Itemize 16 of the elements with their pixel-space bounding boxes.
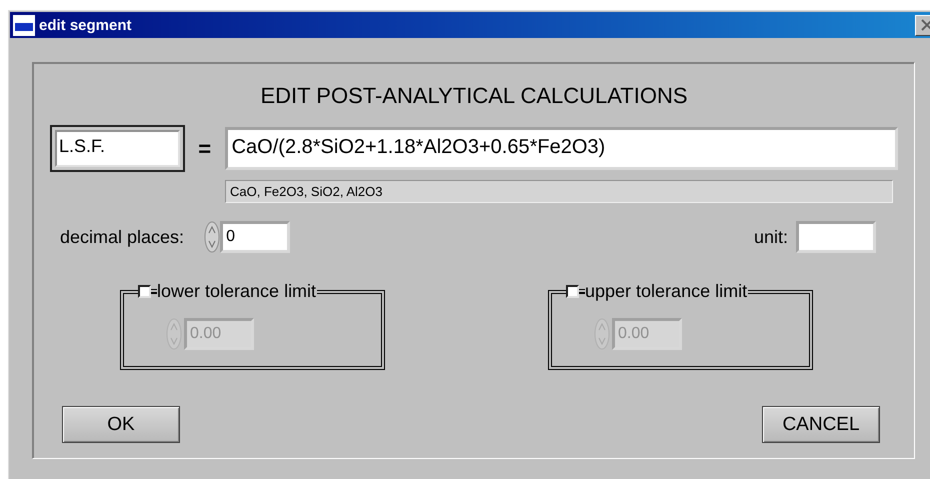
window-title: edit segment <box>39 16 133 34</box>
unit-field[interactable] <box>796 221 876 253</box>
cancel-button[interactable]: CANCEL <box>762 406 880 443</box>
equals-sign: = <box>197 136 212 162</box>
dialog-heading: EDIT POST-ANALYTICAL CALCULATIONS <box>259 83 689 110</box>
decimal-places-label: decimal places: <box>60 226 184 248</box>
unit-label: unit: <box>754 226 788 248</box>
tolerance-label: upper tolerance limit <box>585 280 748 302</box>
ok-button[interactable]: OK <box>62 406 180 443</box>
variables-field: CaO, Fe2O3, SiO2, Al2O3 <box>225 180 893 203</box>
app-icon <box>13 14 35 36</box>
name-field[interactable]: L.S.F. <box>50 125 185 172</box>
close-icon <box>921 19 930 31</box>
formula-field[interactable]: CaO/(2.8*SiO2+1.18*Al2O3+0.65*Fe2O3) <box>224 127 898 170</box>
decimal-places-field[interactable]: 0 <box>220 221 290 253</box>
spinner-arrows-icon[interactable] <box>204 221 220 253</box>
